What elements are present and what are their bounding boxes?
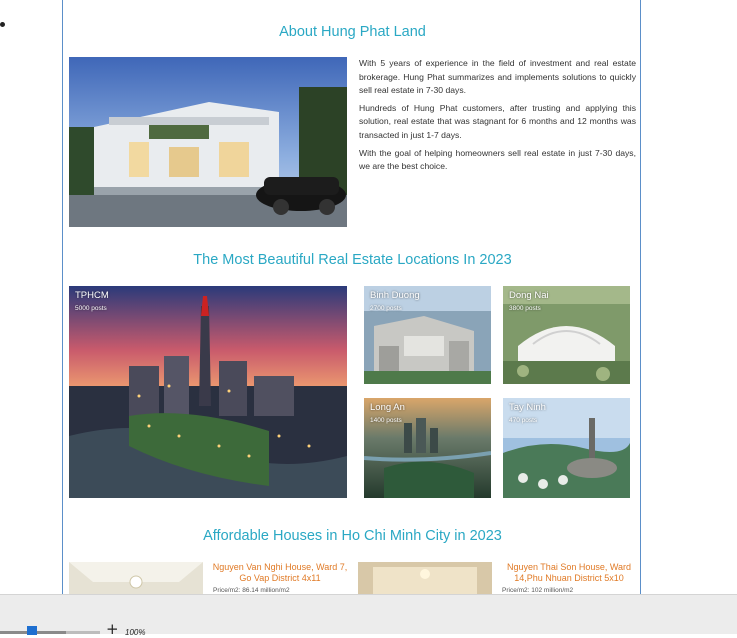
house-title[interactable]: Nguyen Thai Son House, Ward 14,Phu Nhuan… xyxy=(499,562,639,584)
sidebar-marker xyxy=(0,22,5,27)
about-paragraph: Hundreds of Hung Phat customers, after t… xyxy=(359,102,636,140)
zoom-toolbar: + 100% xyxy=(0,594,737,638)
location-post-count: 1400 posts xyxy=(370,417,402,424)
location-name: TPHCM xyxy=(75,290,109,301)
house-price: Price/m2: 86.14 million/m2 xyxy=(213,587,290,594)
location-card-binh-duong[interactable]: Binh Duong 2700 posts xyxy=(364,286,491,384)
house-thumbnail[interactable] xyxy=(69,562,203,594)
page-content: About Hung Phat Land With 5 years of exp… xyxy=(62,0,641,594)
location-card-dong-nai[interactable]: Dong Nai 3800 posts xyxy=(503,286,630,384)
house-thumbnail[interactable] xyxy=(358,562,492,594)
location-name: Long An xyxy=(370,402,405,413)
house-price: Price/m2: 102 million/m2 xyxy=(502,587,574,594)
house-title[interactable]: Nguyen Van Nghi House, Ward 7, Go Vap Di… xyxy=(210,562,350,584)
location-card-tphcm[interactable]: TPHCM 5000 posts xyxy=(69,286,347,498)
locations-title: The Most Beautiful Real Estate Locations… xyxy=(193,252,512,268)
location-post-count: 5000 posts xyxy=(75,305,107,312)
about-house-image xyxy=(69,57,347,227)
about-title: About Hung Phat Land xyxy=(279,24,426,40)
location-name: Tay Ninh xyxy=(509,402,546,413)
about-paragraph: With the goal of helping homeowners sell… xyxy=(359,147,636,172)
location-post-count: 3800 posts xyxy=(509,305,541,312)
location-name: Binh Duong xyxy=(370,290,420,301)
zoom-in-button[interactable]: + xyxy=(106,620,119,638)
browser-viewport: About Hung Phat Land With 5 years of exp… xyxy=(0,0,737,594)
houses-title: Affordable Houses in Ho Chi Minh City in… xyxy=(203,528,502,544)
about-paragraph: With 5 years of experience in the field … xyxy=(359,58,636,96)
location-card-long-an[interactable]: Long An 1400 posts xyxy=(364,398,491,498)
location-post-count: 2700 posts xyxy=(370,305,402,312)
location-card-tay-ninh[interactable]: Tay Ninh 470 posts xyxy=(503,398,630,498)
location-name: Dong Nai xyxy=(509,290,549,301)
zoom-level-label: 100% xyxy=(125,628,146,637)
location-post-count: 470 posts xyxy=(509,417,538,424)
about-description: With 5 years of experience in the field … xyxy=(359,57,636,178)
